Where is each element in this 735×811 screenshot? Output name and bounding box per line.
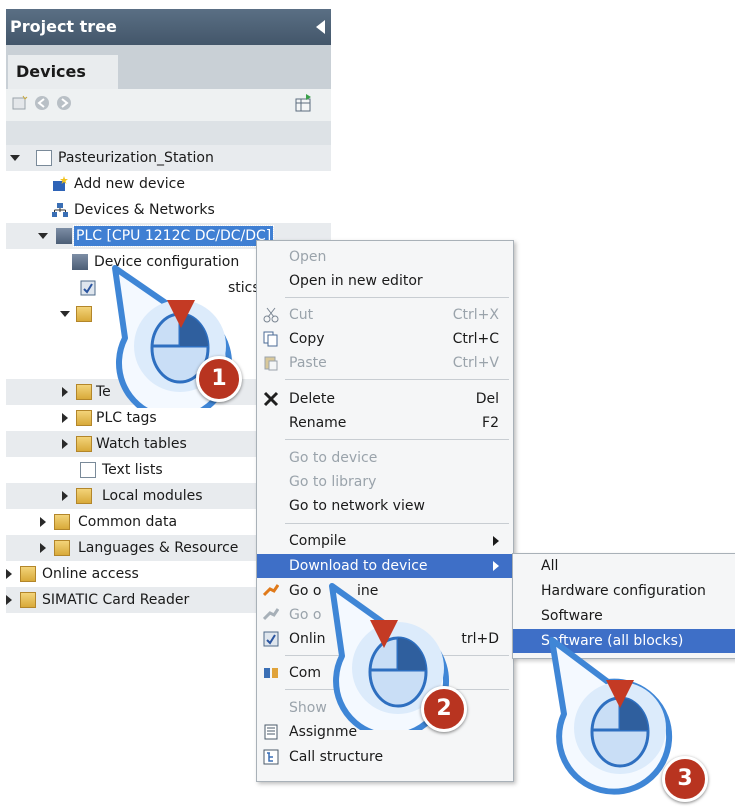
call-structure-icon [263,749,279,765]
local-modules-folder-icon [76,488,92,504]
tree-label-card-reader: SIMATIC Card Reader [42,592,190,608]
collapse-panel-icon[interactable] [316,20,325,34]
step-badge-3: 3 [662,756,708,802]
submenu-arrow-icon [493,561,499,571]
tree-label-plc-selected[interactable]: PLC [CPU 1212C DC/DC/DC] [72,225,275,247]
menu-item-download-to-device[interactable]: Download to device [257,554,513,578]
submenu-item-software[interactable]: Software [513,604,735,628]
expand-right-icon[interactable] [62,413,68,423]
menu-item-go-to-network-view[interactable]: Go to network view [257,494,513,518]
project-tree-title: Project tree [6,9,331,45]
project-icon [36,150,52,166]
expand-down-icon[interactable] [60,311,70,317]
online-access-folder-icon [20,566,36,582]
card-reader-folder-icon [20,592,36,608]
assignment-icon [264,724,278,740]
diagnostics-icon [80,280,96,296]
expand-down-icon[interactable] [10,155,20,161]
table-view-icon[interactable] [294,93,314,113]
forward-icon[interactable] [56,95,72,111]
technology-folder-icon [76,384,92,400]
menu-separator [285,379,509,380]
watch-tables-folder-icon [76,436,92,452]
menu-item-call-structure[interactable]: Call structure [257,745,513,769]
common-data-folder-icon [54,514,70,530]
expand-right-icon[interactable] [40,543,46,553]
network-icon [52,203,68,217]
menu-separator [285,523,509,524]
submenu-arrow-icon [493,536,499,546]
step-badge-1: 1 [196,356,242,402]
tree-row-add-device[interactable]: Add new device [6,171,331,197]
mouse-icon [590,696,650,768]
languages-folder-icon [54,540,70,556]
menu-separator [285,297,509,298]
plc-icon [56,228,72,244]
tree-label-watch-tables: Watch tables [96,436,187,452]
tree-label-text-lists: Text lists [102,462,163,478]
go-offline-icon [263,608,279,621]
menu-item-paste[interactable]: Paste Ctrl+V [257,351,513,375]
tree-label-plc-tags: PLC tags [96,410,157,426]
online-diagnostics-icon [263,631,279,647]
step-badge-2: 2 [421,686,467,732]
tree-label-languages: Languages & Resource [78,540,239,556]
tree-label-add-device: Add new device [74,176,185,192]
submenu-item-all[interactable]: All [513,554,735,578]
text-lists-icon [80,462,96,478]
folder-icon [76,306,92,322]
expand-right-icon[interactable] [40,517,46,527]
menu-item-go-to-device[interactable]: Go to device [257,446,513,470]
tree-label-local-modules: Local modules [102,488,203,504]
scissors-icon [263,307,279,323]
tree-label-common-data: Common data [78,514,178,530]
menu-item-cut[interactable]: Cut Ctrl+X [257,303,513,327]
submenu-item-hardware-configuration[interactable]: Hardware configuration [513,579,735,603]
menu-item-delete[interactable]: Delete Del [257,387,513,411]
plc-tags-folder-icon [76,410,92,426]
add-device-icon [53,176,68,191]
tree-row-devices-networks[interactable]: Devices & Networks [6,197,331,223]
tree-toolbar [6,89,331,121]
menu-item-go-to-library[interactable]: Go to library [257,470,513,494]
back-icon[interactable] [34,95,50,111]
compare-icon [264,668,278,678]
menu-item-copy[interactable]: Copy Ctrl+C [257,327,513,351]
mouse-icon [368,636,428,708]
tree-header-band [6,121,331,147]
copy-icon [263,331,278,347]
expand-right-icon[interactable] [62,387,68,397]
tree-label-devices-networks: Devices & Networks [74,202,215,218]
expand-right-icon[interactable] [62,491,68,501]
menu-item-compile[interactable]: Compile [257,529,513,553]
tab-devices[interactable]: Devices [8,55,118,89]
menu-item-open[interactable]: Open [257,245,513,269]
expand-right-icon[interactable] [62,439,68,449]
menu-item-rename[interactable]: Rename F2 [257,411,513,435]
menu-separator [285,439,509,440]
delete-icon [263,391,279,407]
expand-right-icon[interactable] [6,569,12,579]
expand-down-icon[interactable] [38,233,48,239]
device-config-icon [72,254,88,270]
tree-row-project[interactable]: Pasteurization_Station [6,145,331,171]
paste-icon [264,356,278,371]
menu-item-open-new-editor[interactable]: Open in new editor [257,269,513,293]
go-online-icon [263,584,279,597]
expand-right-icon[interactable] [6,595,12,605]
new-item-icon[interactable] [12,95,28,111]
tree-label-project: Pasteurization_Station [58,150,214,166]
tree-label-online-access: Online access [42,566,139,582]
